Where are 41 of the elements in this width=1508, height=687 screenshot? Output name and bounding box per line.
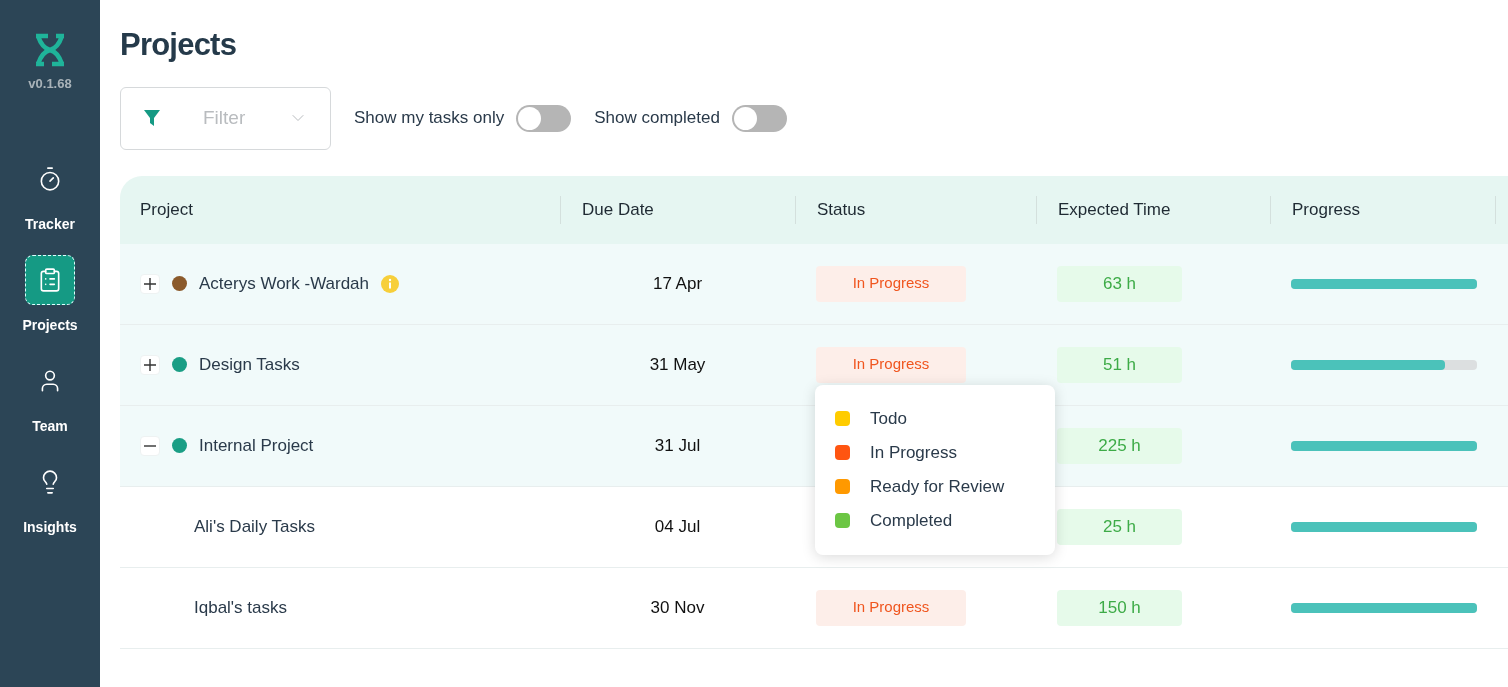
version-label: v0.1.68: [28, 75, 72, 93]
due-date: 17 Apr: [652, 272, 703, 295]
expand-button[interactable]: [140, 273, 160, 294]
column-header: Expected Time: [1058, 198, 1171, 221]
column-header: Project: [140, 198, 193, 221]
nav-item[interactable]: Team: [5, 355, 95, 437]
toggle-label: Show completed: [594, 107, 720, 130]
time-badge: 150 h: [1057, 589, 1182, 626]
filter-icon: [143, 109, 161, 127]
status-option[interactable]: In Progress: [835, 440, 1035, 465]
due-date: 31 May: [649, 353, 706, 376]
due-date: 31 Jul: [654, 434, 701, 457]
column-header: Status: [817, 198, 866, 221]
status-option[interactable]: Todo: [835, 406, 1035, 431]
time-badge: 25 h: [1057, 508, 1182, 545]
expand-button[interactable]: [140, 354, 160, 375]
column-header: Due Date: [582, 198, 654, 221]
project-name[interactable]: Iqbal's tasks: [194, 594, 287, 621]
page-title: Projects: [120, 26, 238, 64]
nav-item[interactable]: Insights: [5, 456, 95, 538]
project-name[interactable]: Ali's Daily Tasks: [194, 513, 316, 540]
time-badge: 225 h: [1057, 427, 1182, 464]
due-date: 30 Nov: [650, 596, 705, 619]
toggle-switch[interactable]: [731, 104, 787, 132]
time-badge: 51 h: [1057, 346, 1182, 383]
status-option[interactable]: Ready for Review: [835, 474, 1035, 499]
plus-icon: [144, 277, 156, 290]
project-name[interactable]: Internal Project: [199, 432, 314, 459]
toggle-switch[interactable]: [516, 104, 572, 132]
toggle-label: Show my tasks only: [354, 107, 505, 130]
column-header: Progress: [1292, 198, 1361, 221]
plus-icon: [144, 358, 156, 371]
due-date: 04 Jul: [654, 515, 701, 538]
project-name[interactable]: Design Tasks: [199, 351, 300, 378]
minus-icon: [144, 444, 156, 447]
collapse-button[interactable]: [140, 435, 160, 456]
time-badge: 63 h: [1057, 265, 1182, 302]
project-name[interactable]: Acterys Work -Wardah: [199, 270, 370, 297]
nav-item[interactable]: Projects: [5, 254, 95, 336]
nav-item[interactable]: Tracker: [5, 153, 95, 235]
status-option[interactable]: Completed: [835, 508, 1035, 533]
